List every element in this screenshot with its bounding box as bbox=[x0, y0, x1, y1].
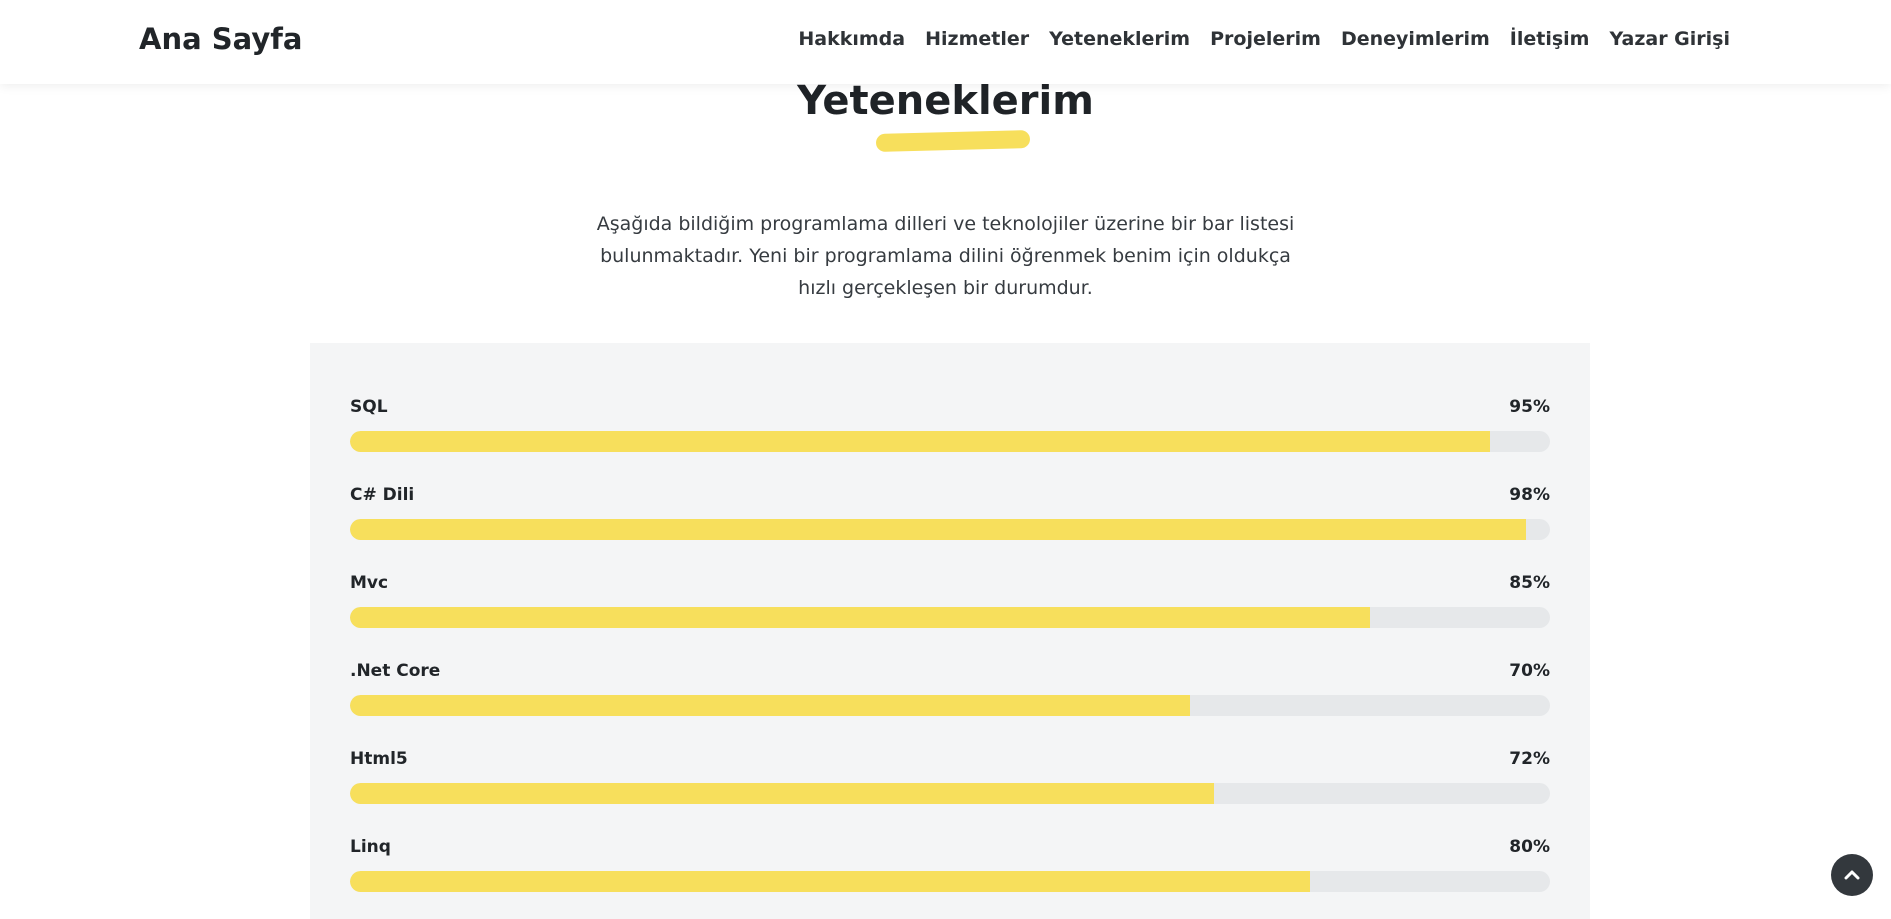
nav-link-iletisim[interactable]: İletişim bbox=[1510, 28, 1590, 50]
section-intro: Aşağıda bildiğim programlama dilleri ve … bbox=[596, 213, 1295, 299]
nav-link-yeteneklerim[interactable]: Yeteneklerim bbox=[1049, 28, 1190, 50]
skill-progress-track bbox=[350, 607, 1550, 628]
chevron-up-icon bbox=[1844, 870, 1860, 880]
skill-item: .Net Core 70% bbox=[350, 661, 1550, 731]
skill-name: Html5 bbox=[350, 749, 408, 769]
skill-name: SQL bbox=[350, 397, 388, 417]
skill-percent: 95% bbox=[1509, 397, 1550, 417]
skill-progress-fill bbox=[350, 607, 1370, 628]
skill-item: C# Dili 98% bbox=[350, 485, 1550, 555]
skill-percent: 72% bbox=[1509, 749, 1550, 769]
skill-item: Html5 72% bbox=[350, 749, 1550, 819]
skill-item: SQL 95% bbox=[350, 397, 1550, 467]
nav-link-projelerim[interactable]: Projelerim bbox=[1210, 28, 1321, 50]
skill-item: Mvc 85% bbox=[350, 573, 1550, 643]
skill-progress-track bbox=[350, 519, 1550, 540]
skill-progress-track bbox=[350, 431, 1550, 452]
skill-name: Mvc bbox=[350, 573, 389, 593]
navbar: Ana Sayfa Hakkımda Hizmetler Yetenekleri… bbox=[0, 0, 1891, 84]
skill-progress-track bbox=[350, 871, 1550, 892]
skill-percent: 70% bbox=[1509, 661, 1550, 681]
skill-progress-fill bbox=[350, 871, 1310, 892]
title-underline bbox=[875, 129, 1031, 153]
skill-progress-fill bbox=[350, 519, 1526, 540]
nav-link-hakkimda[interactable]: Hakkımda bbox=[798, 28, 905, 50]
skill-progress-track bbox=[350, 783, 1550, 804]
skill-item: Linq 80% bbox=[350, 837, 1550, 907]
skills-panel: SQL 95% C# Dili 98% Mvc 85% .Net Core 70… bbox=[310, 343, 1590, 919]
skill-progress-fill bbox=[350, 695, 1190, 716]
skill-percent: 80% bbox=[1509, 837, 1550, 857]
scroll-to-top-button[interactable] bbox=[1831, 854, 1873, 896]
nav-links: Hakkımda Hizmetler Yeteneklerim Projeler… bbox=[798, 28, 1730, 50]
skill-name: C# Dili bbox=[350, 485, 415, 505]
section-title: Yeteneklerim bbox=[797, 78, 1094, 124]
nav-link-hizmetler[interactable]: Hizmetler bbox=[925, 28, 1029, 50]
skill-progress-track bbox=[350, 695, 1550, 716]
nav-link-deneyimlerim[interactable]: Deneyimlerim bbox=[1341, 28, 1490, 50]
skill-percent: 98% bbox=[1509, 485, 1550, 505]
skill-name: Linq bbox=[350, 837, 391, 857]
skill-progress-fill bbox=[350, 431, 1490, 452]
nav-link-yazar-girisi[interactable]: Yazar Girişi bbox=[1609, 28, 1730, 50]
brand-link[interactable]: Ana Sayfa bbox=[139, 22, 302, 56]
skill-progress-fill bbox=[350, 783, 1214, 804]
skill-name: .Net Core bbox=[350, 661, 441, 681]
skill-percent: 85% bbox=[1509, 573, 1550, 593]
